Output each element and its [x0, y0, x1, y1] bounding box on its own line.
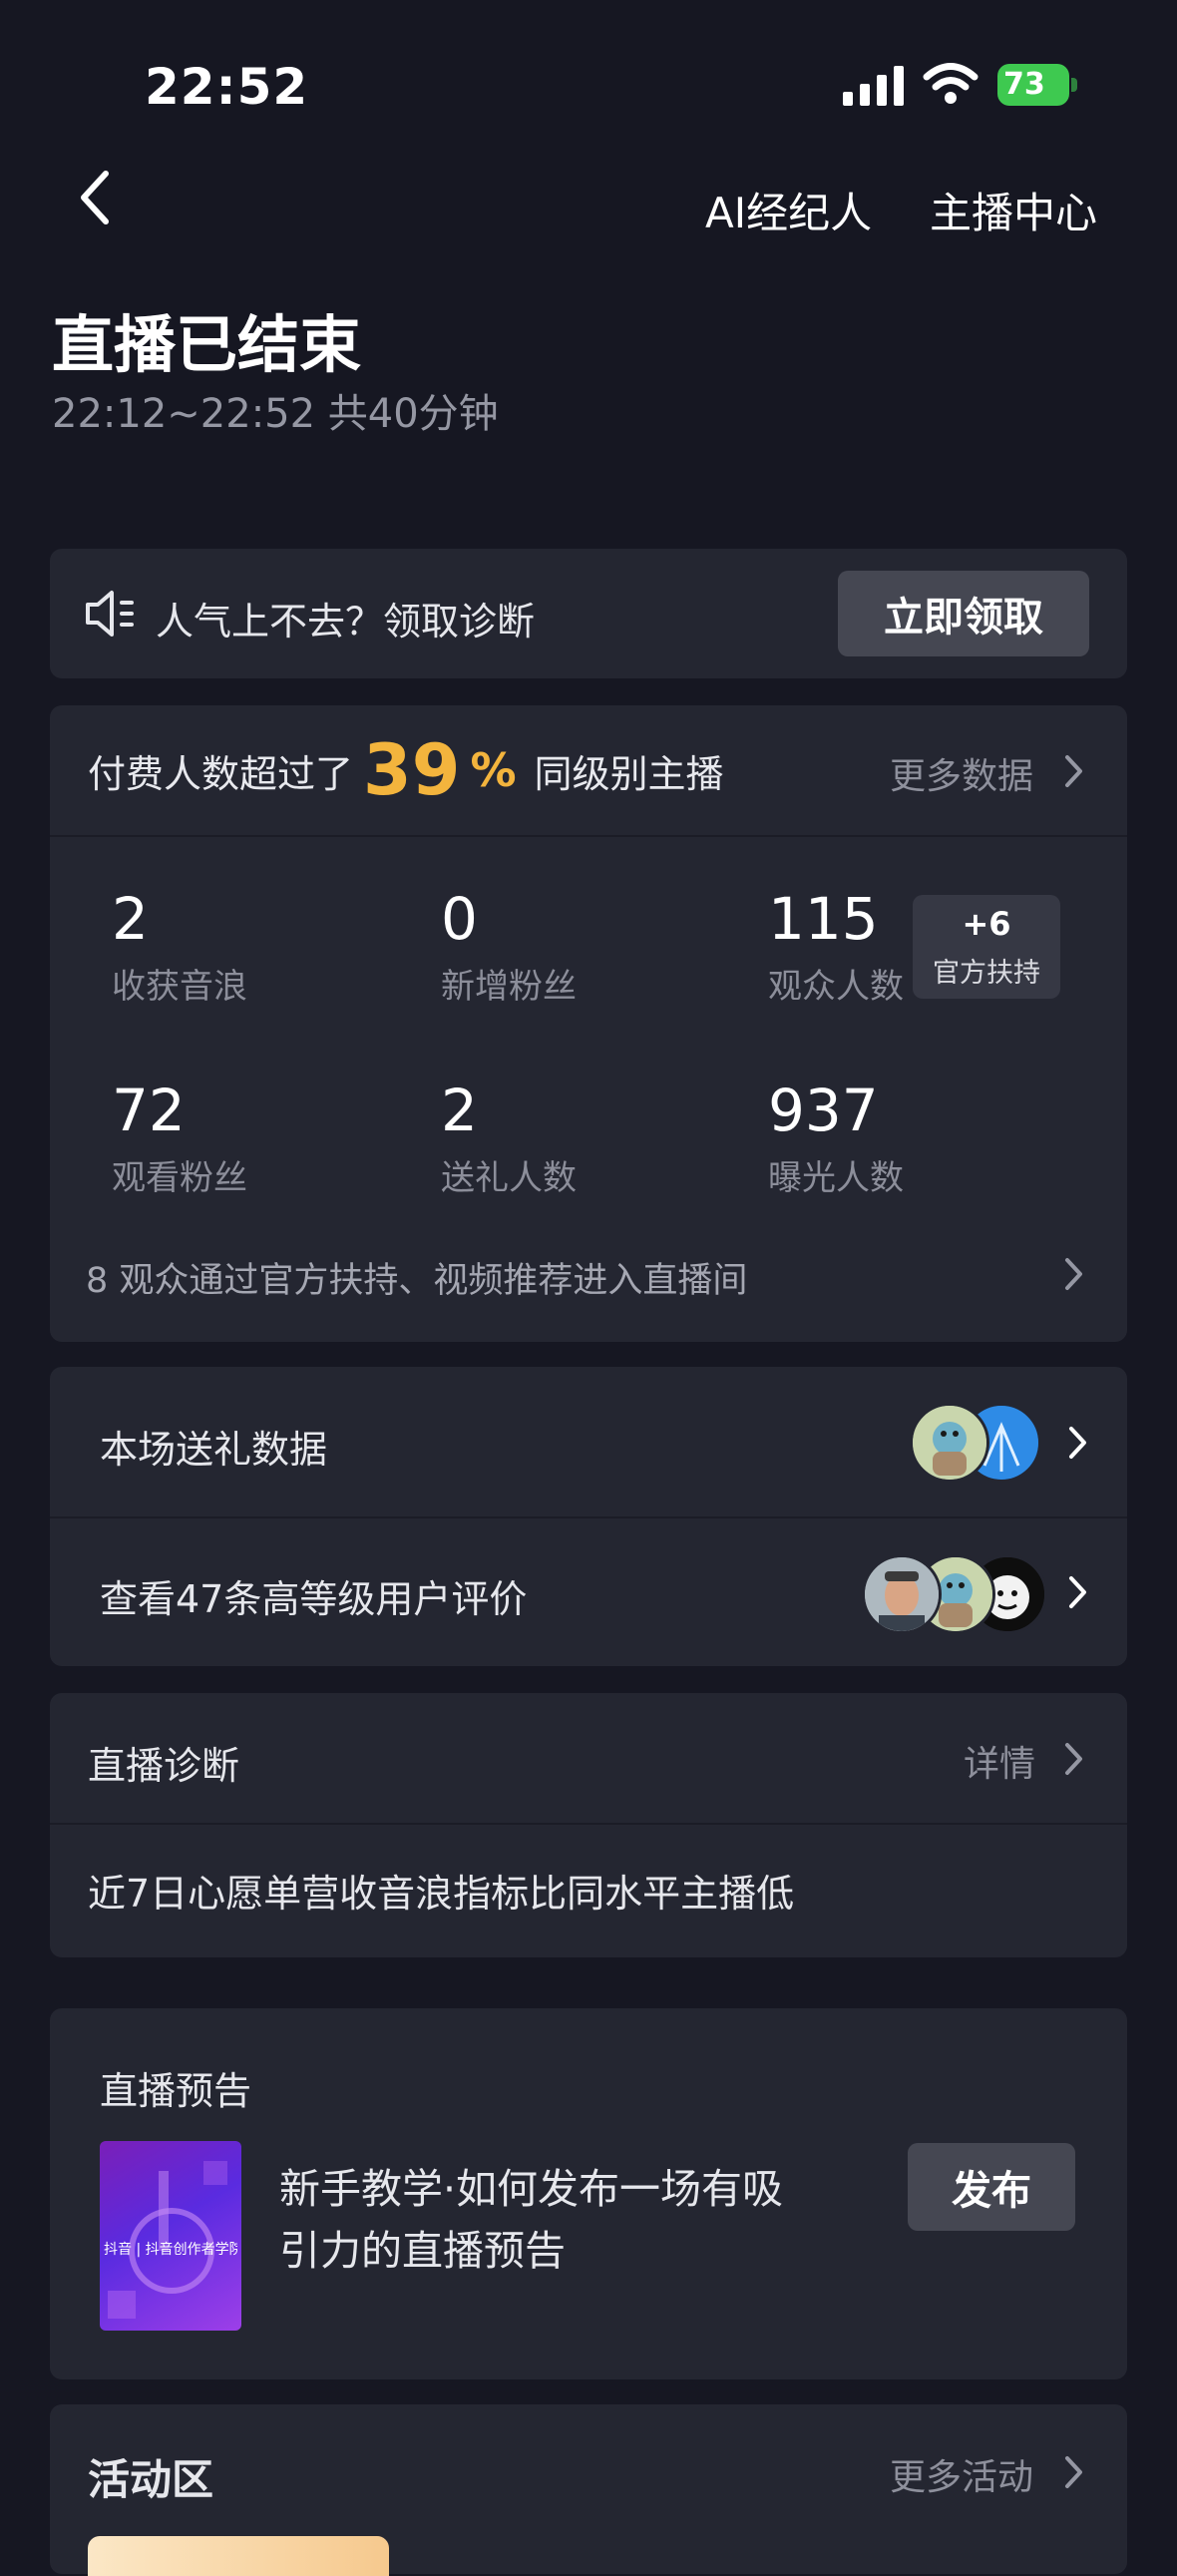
summary-percent: 39 [363, 729, 461, 811]
stat-value: 2 [441, 1076, 478, 1144]
stat-label: 新增粉丝 [441, 967, 577, 1007]
diagnosis-message: 近7日心愿单营收音浪指标比同水平主播低 [88, 1872, 795, 1916]
stat-value: 2 [112, 885, 149, 953]
stat-value: 72 [112, 1076, 186, 1144]
stat-value: 937 [768, 1076, 879, 1144]
activity-card: 活动区 更多活动 [50, 2404, 1127, 2576]
preview-thumbnail[interactable]: 抖音 | 抖音创作者学院 [100, 2141, 241, 2331]
stat-label: 观看粉丝 [112, 1158, 247, 1198]
battery-icon: 73 [997, 64, 1077, 106]
badge-label: 官方扶持 [933, 958, 1040, 989]
promo-card: 人气上不去？领取诊断 立即领取 [50, 549, 1127, 678]
thumbnail-caption: 抖音 | 抖音创作者学院 [104, 2242, 237, 2258]
stat-label: 送礼人数 [441, 1158, 577, 1198]
chevron-right-icon[interactable] [1067, 1574, 1089, 1610]
paid-summary: 付费人数超过了 39% 同级别主播 [88, 725, 724, 815]
speaker-icon [86, 591, 134, 637]
avatar [862, 1554, 942, 1634]
diagnosis-detail-link[interactable]: 详情 [964, 1735, 1035, 1787]
live-preview-card: 直播预告 抖音 | 抖音创作者学院 新手教学·如何发布一场有吸 引力的直播预告 … [50, 2008, 1127, 2379]
promo-text: 人气上不去？领取诊断 [156, 600, 536, 644]
anchor-center-link[interactable]: 主播中心 [930, 180, 1097, 240]
activity-banner[interactable] [88, 2536, 389, 2576]
stat-value: 115 [768, 885, 879, 953]
chevron-right-icon[interactable] [1063, 2454, 1085, 2490]
chevron-right-icon[interactable] [1067, 1425, 1089, 1461]
preview-text-line: 引力的直播预告 [279, 2227, 566, 2275]
diagnosis-card: 直播诊断 详情 近7日心愿单营收音浪指标比同水平主播低 [50, 1693, 1127, 1957]
avatar [910, 1403, 989, 1483]
back-chevron-icon[interactable] [70, 168, 126, 227]
more-activities-link[interactable]: 更多活动 [890, 2448, 1033, 2500]
chevron-right-icon[interactable] [1063, 753, 1085, 789]
preview-text-line: 新手教学·如何发布一场有吸 [279, 2165, 784, 2213]
activity-title: 活动区 [88, 2455, 214, 2504]
live-duration: 22:12~22:52 共40分钟 [52, 391, 499, 437]
stat-label: 收获音浪 [112, 967, 247, 1007]
chevron-right-icon[interactable] [1063, 1741, 1085, 1777]
stat-value: 0 [441, 885, 478, 953]
official-support-badge: +6 官方扶持 [913, 895, 1060, 999]
user-reviews-label: 查看47条高等级用户评价 [100, 1577, 528, 1621]
claim-now-button[interactable]: 立即领取 [838, 571, 1089, 656]
signal-icon [843, 66, 904, 106]
stats-card: 付费人数超过了 39% 同级别主播 更多数据 2 收获音浪 0 新增粉丝 115… [50, 705, 1127, 1342]
stat-label: 观众人数 [768, 967, 904, 1007]
publish-button[interactable]: 发布 [908, 2143, 1075, 2231]
preview-title: 直播预告 [100, 2069, 252, 2113]
gift-data-row[interactable]: 本场送礼数据 [50, 1367, 1127, 1516]
recommend-note[interactable]: 8 观众通过官方扶持、视频推荐进入直播间 [86, 1252, 747, 1303]
chevron-right-icon[interactable] [1063, 1256, 1085, 1292]
summary-prefix: 付费人数超过了 [88, 751, 354, 796]
more-data-link[interactable]: 更多数据 [890, 747, 1033, 799]
diagnosis-title: 直播诊断 [88, 1744, 240, 1788]
battery-level: 73 [1003, 67, 1045, 102]
stat-label: 曝光人数 [768, 1158, 904, 1198]
page-title: 直播已结束 [52, 308, 362, 381]
gift-data-label: 本场送礼数据 [100, 1428, 328, 1472]
wifi-icon [923, 63, 979, 104]
summary-percent-sign: % [470, 743, 517, 797]
summary-suffix: 同级别主播 [534, 751, 724, 796]
ai-agent-link[interactable]: AI经纪人 [705, 180, 872, 240]
gift-review-card: 本场送礼数据 查看47条高等级用户评价 [50, 1367, 1127, 1666]
status-time: 22:52 [145, 58, 309, 116]
user-reviews-row[interactable]: 查看47条高等级用户评价 [50, 1518, 1127, 1666]
badge-value: +6 [962, 905, 1011, 943]
preview-text: 新手教学·如何发布一场有吸 引力的直播预告 [279, 2158, 783, 2282]
